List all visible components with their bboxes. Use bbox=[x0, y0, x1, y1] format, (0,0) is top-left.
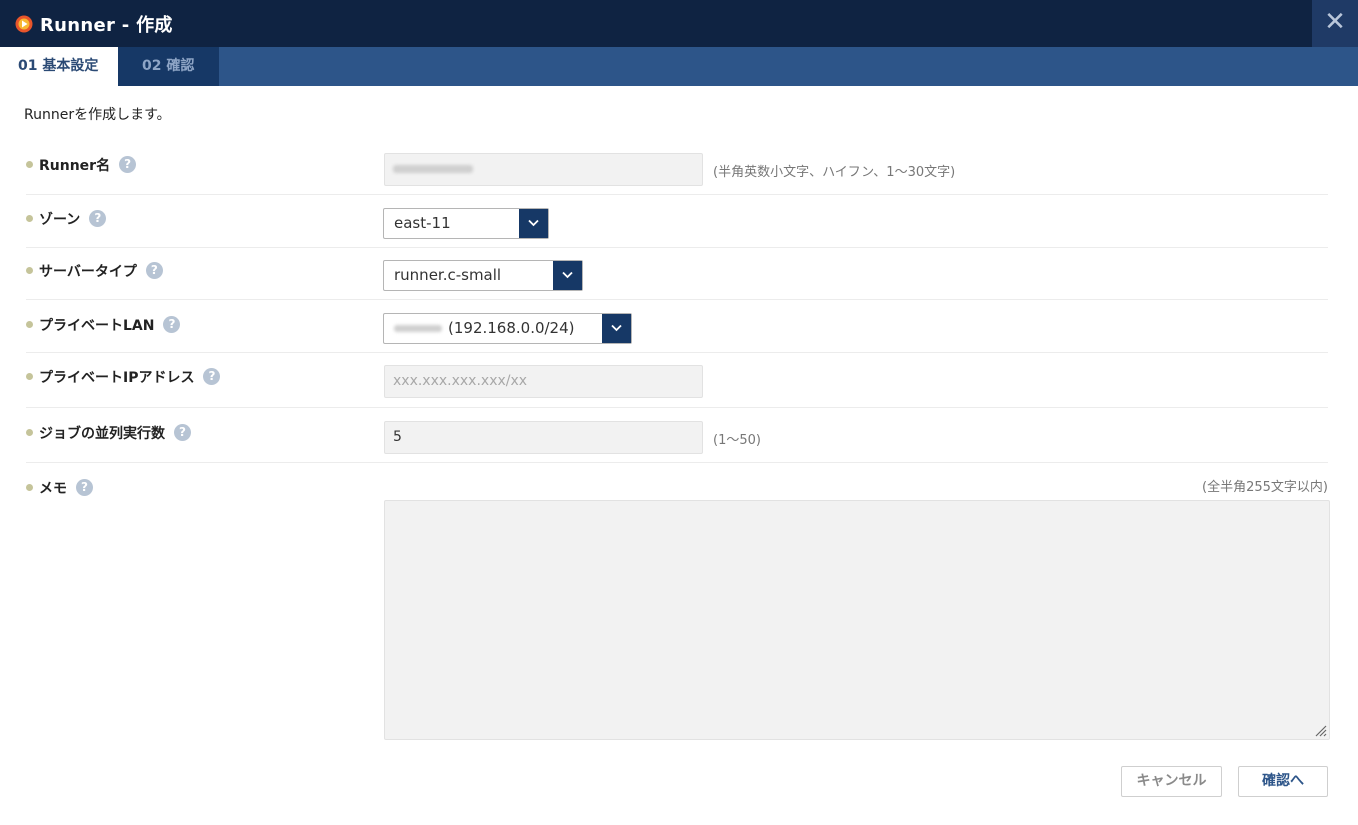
memo-textarea[interactable] bbox=[384, 500, 1330, 740]
memo-label: メモ? bbox=[26, 478, 93, 498]
concurrency-label: ジョブの並列実行数? bbox=[26, 423, 191, 443]
close-icon[interactable]: ✕ bbox=[1324, 7, 1346, 37]
private-ip-input[interactable]: xxx.xxx.xxx.xxx/xx bbox=[384, 365, 703, 398]
form-row-private-ip: プライベートIPアドレス? xxx.xxx.xxx.xxx/xx bbox=[26, 353, 1328, 408]
form-row-zone: ゾーン? east-11 bbox=[26, 195, 1328, 248]
bullet-dot bbox=[26, 320, 33, 328]
chevron-down-icon[interactable] bbox=[602, 314, 631, 343]
concurrency-hint: (1〜50) bbox=[713, 433, 761, 448]
tab-confirm[interactable]: 02 確認 bbox=[118, 47, 219, 86]
help-icon[interactable]: ? bbox=[145, 261, 163, 279]
bullet-dot bbox=[26, 214, 33, 222]
private-lan-label: プライベートLAN? bbox=[26, 315, 181, 335]
redacted-value bbox=[394, 325, 442, 332]
runner-name-input[interactable] bbox=[384, 153, 703, 186]
form-row-server-type: サーバータイプ? runner.c-small bbox=[26, 248, 1328, 300]
form-row-concurrency: ジョブの並列実行数? 5 (1〜50) bbox=[26, 408, 1328, 463]
memo-hint: (全半角255文字以内) bbox=[1202, 480, 1328, 495]
confirm-button[interactable]: 確認へ bbox=[1238, 766, 1328, 797]
bullet-dot bbox=[26, 266, 33, 274]
private-lan-select[interactable]: (192.168.0.0/24) bbox=[383, 313, 632, 344]
window-title: Runner - 作成 bbox=[40, 15, 173, 36]
bullet-dot bbox=[26, 372, 33, 380]
help-icon[interactable]: ? bbox=[119, 155, 137, 173]
help-icon[interactable]: ? bbox=[89, 209, 107, 227]
intro-text: Runnerを作成します。 bbox=[24, 107, 171, 123]
tab-basic-settings[interactable]: 01 基本設定 bbox=[0, 47, 118, 86]
bullet-dot bbox=[26, 428, 33, 436]
step-tabs: 01 基本設定 02 確認 bbox=[0, 47, 1358, 86]
help-icon[interactable]: ? bbox=[163, 315, 181, 333]
help-icon[interactable]: ? bbox=[76, 478, 93, 496]
help-icon[interactable]: ? bbox=[174, 423, 191, 441]
chevron-down-icon[interactable] bbox=[553, 261, 582, 290]
runner-name-label: Runner名? bbox=[26, 155, 137, 175]
resize-grip-icon[interactable] bbox=[1313, 723, 1327, 737]
app-logo-icon bbox=[15, 15, 33, 33]
bullet-dot bbox=[26, 483, 33, 491]
form-row-runner-name: Runner名? (半角英数小文字、ハイフン、1〜30文字) bbox=[26, 145, 1328, 195]
redacted-value bbox=[393, 165, 473, 173]
form-row-private-lan: プライベートLAN? (192.168.0.0/24) bbox=[26, 300, 1328, 353]
runner-name-hint: (半角英数小文字、ハイフン、1〜30文字) bbox=[713, 165, 956, 180]
concurrency-input[interactable]: 5 bbox=[384, 421, 703, 454]
zone-label: ゾーン? bbox=[26, 209, 107, 229]
cancel-button[interactable]: キャンセル bbox=[1121, 766, 1222, 797]
title-bar: Runner - 作成 ✕ bbox=[0, 0, 1358, 47]
bullet-dot bbox=[26, 160, 33, 168]
chevron-down-icon[interactable] bbox=[519, 209, 548, 238]
server-type-select[interactable]: runner.c-small bbox=[383, 260, 583, 291]
server-type-label: サーバータイプ? bbox=[26, 261, 163, 281]
close-button[interactable]: ✕ bbox=[1312, 0, 1358, 47]
private-ip-label: プライベートIPアドレス? bbox=[26, 367, 221, 387]
help-icon[interactable]: ? bbox=[203, 367, 221, 385]
zone-select[interactable]: east-11 bbox=[383, 208, 549, 239]
